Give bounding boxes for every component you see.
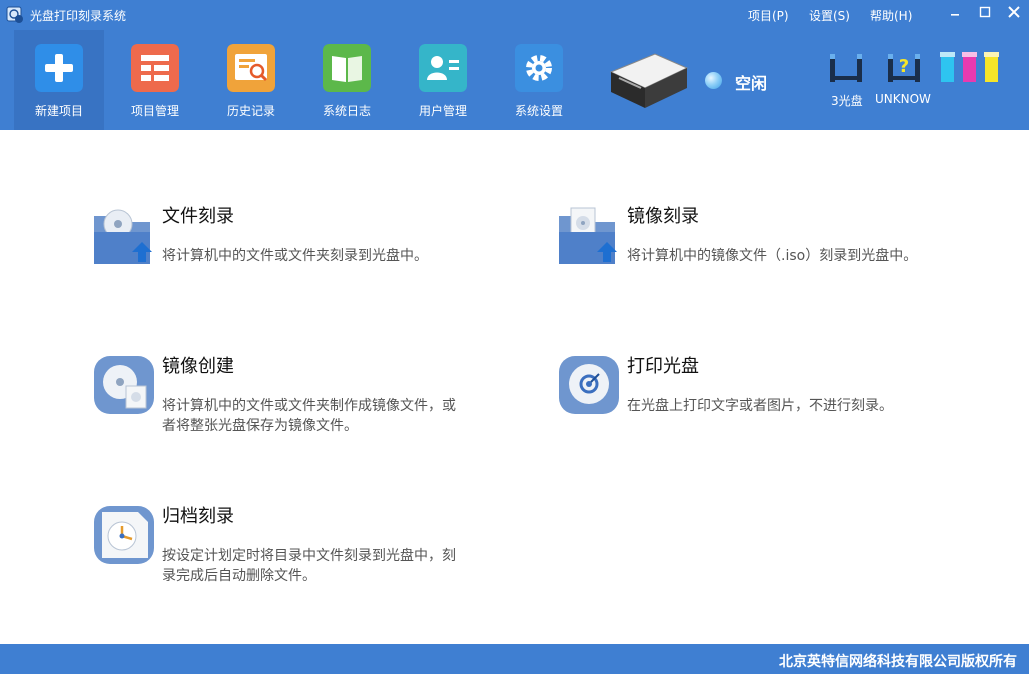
task-title: 镜像刻录 (627, 206, 699, 227)
maximize-button[interactable] (974, 3, 996, 23)
disc-tray-icon (830, 54, 862, 82)
task-image-burn[interactable]: 镜像刻录 将计算机中的镜像文件（.iso）刻录到光盘中。 (557, 202, 977, 282)
clock-archive-icon (94, 506, 154, 564)
task-title: 打印光盘 (627, 356, 699, 377)
disc-printer-icon (609, 53, 689, 108)
task-print-disc[interactable]: 打印光盘 在光盘上打印文字或者图片，不进行刻录。 (557, 352, 977, 432)
menu-settings[interactable]: 设置(S) (809, 7, 850, 24)
list-icon (131, 44, 179, 92)
plus-icon (35, 44, 83, 92)
toolbar-project-manage[interactable]: 项目管理 (110, 30, 200, 130)
task-image-create[interactable]: 镜像创建 将计算机中的文件或文件夹制作成镜像文件，或者将整张光盘保存为镜像文件。 (92, 352, 512, 442)
toolbar-new-project[interactable]: 新建项目 (14, 30, 104, 130)
device-status: 空闲 (735, 74, 768, 93)
task-file-burn[interactable]: 文件刻录 将计算机中的文件或文件夹刻录到光盘中。 (92, 202, 512, 282)
task-title: 归档刻录 (162, 506, 234, 527)
unknown-tray-icon: ? (888, 54, 920, 82)
task-title: 文件刻录 (162, 206, 234, 227)
task-description: 将计算机中的文件或文件夹刻录到光盘中。 (162, 248, 428, 264)
menu-help[interactable]: 帮助(H) (870, 7, 912, 24)
book-icon (323, 44, 371, 92)
task-title: 镜像创建 (162, 356, 234, 377)
folder-disc-icon (94, 209, 152, 264)
toolbar-label: 新建项目 (34, 104, 83, 118)
gear-icon (515, 44, 563, 92)
svg-text:?: ? (899, 56, 909, 77)
toolbar-label: 系统设置 (514, 104, 563, 118)
window-title: 光盘打印刻录系统 (30, 9, 127, 23)
toolbar-label: 历史记录 (226, 104, 275, 118)
task-description: 将计算机中的文件或文件夹制作成镜像文件，或者将整张光盘保存为镜像文件。 (162, 398, 456, 434)
toolbar-user-manage[interactable]: 用户管理 (398, 30, 488, 130)
print-disc-icon (559, 356, 619, 414)
title-bar: 光盘打印刻录系统 项目(P) 设置(S) 帮助(H) (0, 0, 1029, 30)
toolbar-history[interactable]: 历史记录 (206, 30, 296, 130)
task-panel: 文件刻录 将计算机中的文件或文件夹刻录到光盘中。 镜像刻录 将计算机中的镜像文件… (0, 130, 1029, 644)
toolbar-label: 用户管理 (418, 104, 467, 118)
drive-label: UNKNOW (875, 92, 931, 106)
image-create-icon (94, 356, 154, 414)
task-archive-burn[interactable]: 归档刻录 按设定计划定时将目录中文件刻录到光盘中，刻录完成后自动删除文件。 (92, 502, 512, 592)
history-icon (227, 44, 275, 92)
task-description: 将计算机中的镜像文件（.iso）刻录到光盘中。 (627, 248, 918, 264)
toolbar-system-settings[interactable]: 系统设置 (494, 30, 584, 130)
toolbar-label: 系统日志 (322, 104, 371, 118)
minimize-button[interactable] (944, 3, 966, 23)
task-description: 按设定计划定时将目录中文件刻录到光盘中，刻录完成后自动删除文件。 (162, 548, 456, 584)
status-bar: 北京英特信网络科技有限公司版权所有 (0, 644, 1029, 674)
main-toolbar: 新建项目 项目管理 历史记录 系统日志 用户管理 系统设置 空闲 3光盘 ? U… (0, 30, 1029, 130)
app-logo-icon (6, 6, 23, 23)
folder-image-icon (559, 207, 617, 264)
toolbar-label: 项目管理 (130, 104, 179, 118)
toolbar-system-log[interactable]: 系统日志 (302, 30, 392, 130)
copyright-text: 北京英特信网络科技有限公司版权所有 (779, 654, 1017, 670)
drive-label: 3光盘 (831, 94, 863, 108)
task-description: 在光盘上打印文字或者图片，不进行刻录。 (627, 398, 893, 414)
user-card-icon (419, 44, 467, 92)
ink-yellow-icon (984, 52, 999, 82)
ink-cyan-icon (940, 52, 955, 82)
menu-project[interactable]: 项目(P) (748, 7, 789, 24)
ink-magenta-icon (962, 52, 977, 82)
status-indicator (705, 72, 722, 89)
close-button[interactable] (1003, 3, 1025, 23)
